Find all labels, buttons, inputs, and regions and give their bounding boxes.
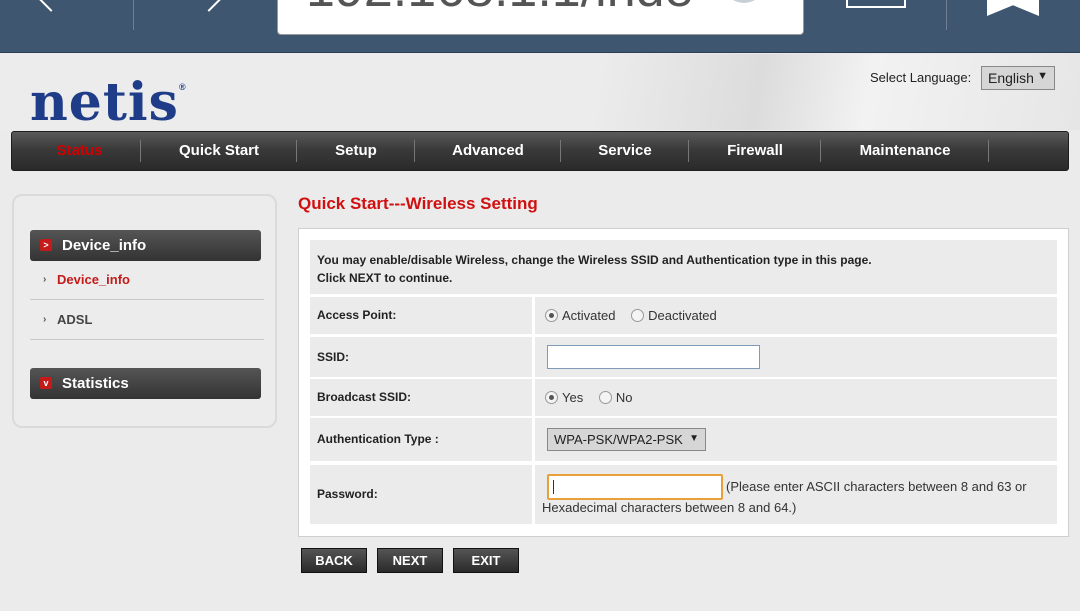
chevron-down-icon: v (40, 377, 52, 389)
radio-label: No (615, 390, 633, 405)
ssid-input[interactable] (547, 345, 760, 369)
sidebar-item-device-info[interactable]: › Device_info (30, 260, 264, 300)
ssid-label: SSID: (310, 337, 532, 377)
nav-firewall[interactable]: Firewall (689, 132, 821, 170)
wireless-settings-panel: You may enable/disable Wireless, change … (298, 228, 1069, 537)
bookmark-icon[interactable] (987, 0, 1039, 16)
radio-label: Activated (562, 308, 616, 323)
netis-logo: netis® (30, 72, 187, 133)
auth-type-value: WPA-PSK/WPA2-PSK (554, 432, 683, 447)
page-header: netis® Select Language: English ▼ (0, 54, 1080, 133)
access-point-label: Access Point: (310, 297, 532, 334)
sidebar-item-label: Device_info (57, 272, 130, 287)
bullet-icon: › (43, 274, 47, 285)
password-cell: (Please enter ASCII characters between 8… (535, 465, 1057, 524)
nav-setup[interactable]: Setup (297, 132, 415, 170)
ssid-cell (535, 337, 1057, 377)
nav-advanced[interactable]: Advanced (415, 132, 561, 170)
main-nav: Status Quick Start Setup Advanced Servic… (11, 131, 1069, 171)
language-label: Select Language: (870, 70, 972, 85)
reload-icon[interactable] (723, 0, 765, 3)
intro-line: You may enable/disable Wireless, change … (317, 253, 872, 267)
back-button[interactable]: BACK (301, 548, 367, 573)
dropdown-arrow-icon: ▼ (1037, 70, 1048, 82)
access-point-options: Activated Deactivated (535, 297, 1057, 334)
activated-radio[interactable] (545, 309, 558, 322)
password-hint: Hexadecimal characters between 8 and 64.… (542, 500, 797, 515)
language-value: English (988, 70, 1034, 86)
auth-type-cell: WPA-PSK/WPA2-PSK ▼ (535, 418, 1057, 461)
sidebar-item-label: ADSL (57, 312, 93, 327)
deactivated-radio[interactable] (631, 309, 645, 322)
password-hint: (Please enter ASCII characters between 8… (726, 479, 1027, 494)
auth-type-select[interactable]: WPA-PSK/WPA2-PSK ▼ (547, 428, 706, 451)
radio-label: Deactivated (648, 308, 717, 323)
sidebar-section-device-info[interactable]: > Device_info (30, 230, 261, 261)
nav-status[interactable]: Status (12, 132, 147, 170)
nav-maintenance[interactable]: Maintenance (821, 132, 989, 170)
nav-separator (988, 140, 989, 162)
broadcast-ssid-options: Yes No (535, 379, 1057, 416)
nav-quick-start[interactable]: Quick Start (141, 132, 297, 170)
logo-text: netis (30, 72, 179, 133)
intro-line: Click NEXT to continue. (317, 271, 453, 285)
password-input[interactable] (547, 474, 723, 500)
auth-type-label: Authentication Type : (310, 418, 532, 461)
broadcast-yes-radio[interactable] (545, 391, 558, 404)
logo-registered-mark: ® (178, 82, 187, 92)
text-caret (553, 480, 554, 494)
back-arrow-icon[interactable] (38, 0, 64, 12)
language-select[interactable]: English ▼ (981, 66, 1055, 90)
bullet-icon: › (43, 314, 47, 325)
broadcast-no-radio[interactable] (598, 391, 612, 404)
sidebar-section-label: Device_info (62, 237, 147, 254)
sidebar-section-statistics[interactable]: v Statistics (30, 368, 261, 399)
exit-button[interactable]: EXIT (453, 548, 519, 573)
toolbar-divider (946, 0, 947, 30)
url-text: 192.168.1.1/inde (306, 0, 693, 19)
sidebar-item-adsl[interactable]: › ADSL (30, 300, 264, 340)
chevron-right-icon: > (40, 239, 52, 251)
page-title: Quick Start---Wireless Setting (298, 194, 538, 213)
address-bar[interactable]: 192.168.1.1/inde (277, 0, 804, 35)
password-label: Password: (310, 465, 532, 524)
browser-toolbar: 192.168.1.1/inde (0, 0, 1080, 53)
tabs-icon[interactable] (846, 0, 906, 8)
next-button[interactable]: NEXT (377, 548, 443, 573)
radio-label: Yes (562, 390, 584, 405)
dropdown-arrow-icon: ▼ (689, 433, 699, 444)
sidebar: > Device_info › Device_info › ADSL v Sta… (12, 194, 277, 428)
nav-service[interactable]: Service (561, 132, 689, 170)
broadcast-ssid-label: Broadcast SSID: (310, 379, 532, 416)
sidebar-section-label: Statistics (62, 375, 129, 392)
intro-text: You may enable/disable Wireless, change … (310, 240, 1057, 294)
toolbar-divider (133, 0, 134, 30)
forward-arrow-icon[interactable] (196, 0, 222, 12)
